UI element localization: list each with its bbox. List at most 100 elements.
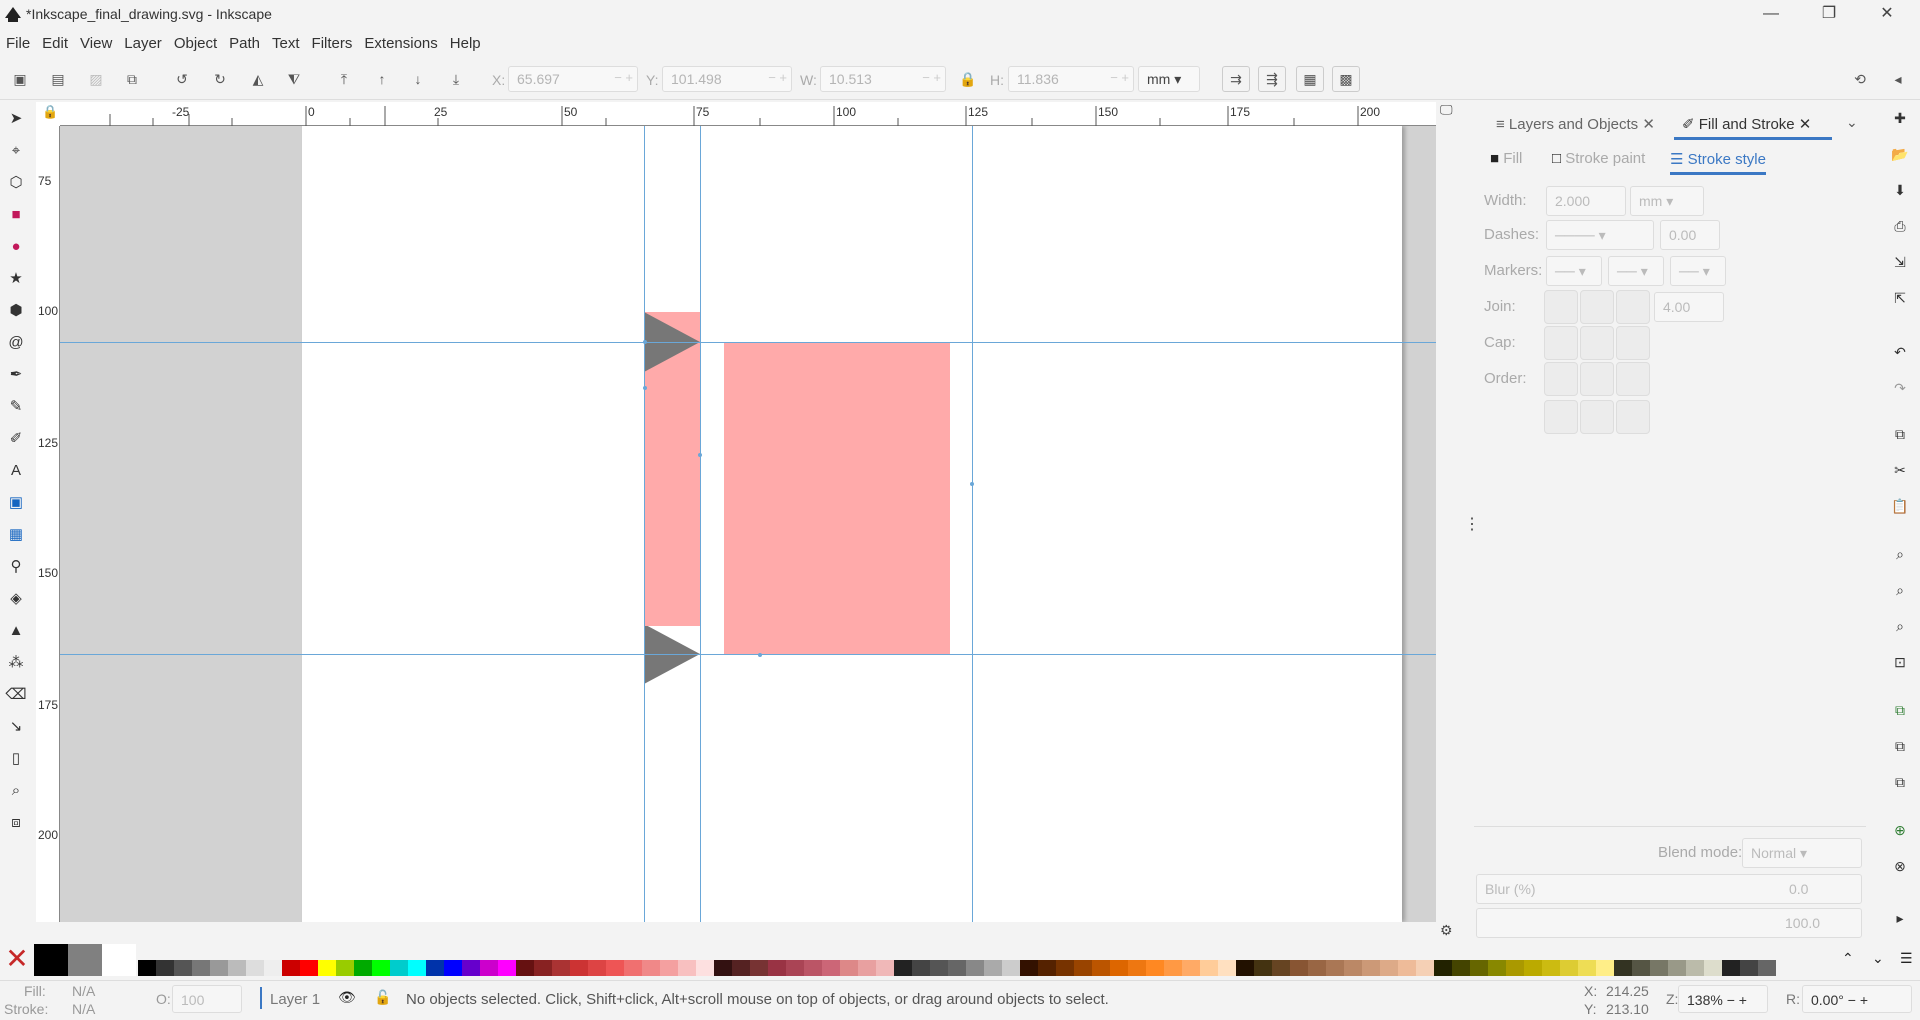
color-swatch[interactable] [822, 960, 840, 976]
canvas[interactable] [60, 126, 1436, 922]
color-swatch[interactable] [192, 960, 210, 976]
color-swatch[interactable] [336, 960, 354, 976]
guide-vertical[interactable] [644, 126, 645, 922]
blur-field[interactable]: Blur (%) 0.0 [1476, 874, 1862, 904]
color-swatch[interactable] [264, 960, 282, 976]
color-swatch[interactable] [1650, 960, 1668, 976]
subtab-stroke-style[interactable]: ☰ Stroke style [1670, 150, 1766, 175]
color-swatch[interactable] [1668, 960, 1686, 976]
color-swatch[interactable] [1128, 960, 1146, 976]
color-swatch[interactable] [948, 960, 966, 976]
color-swatch[interactable] [552, 960, 570, 976]
color-swatch[interactable] [678, 960, 696, 976]
close-window-button[interactable]: ✕ [1864, 0, 1910, 30]
export-icon[interactable]: ⇱ [1888, 286, 1912, 310]
horizontal-ruler[interactable]: -25 0 25 50 75 100 125 150 175 200 [60, 102, 1436, 126]
color-swatch[interactable] [1434, 960, 1452, 976]
color-swatch[interactable] [516, 960, 534, 976]
guide-vertical[interactable] [972, 126, 973, 922]
undo-icon[interactable]: ↶ [1888, 340, 1912, 364]
gradient-tool-icon[interactable]: ▣ [4, 490, 28, 514]
menu-path[interactable]: Path [223, 32, 266, 56]
color-swatch[interactable] [1182, 960, 1200, 976]
current-layer[interactable]: Layer 1 [270, 991, 320, 1008]
color-swatch[interactable] [444, 960, 462, 976]
spiral-tool-icon[interactable]: @ [4, 330, 28, 354]
color-swatch[interactable] [228, 960, 246, 976]
tab-layers-and-objects[interactable]: ≡ Layers and Objects ✕ [1488, 106, 1666, 140]
color-swatch[interactable] [750, 960, 768, 976]
color-swatch[interactable] [1056, 960, 1074, 976]
color-swatch[interactable] [984, 960, 1002, 976]
flip-vertical-icon[interactable]: ⧨ [280, 66, 308, 92]
pencil-tool-icon[interactable]: ✎ [4, 394, 28, 418]
color-swatch[interactable] [588, 960, 606, 976]
redo-icon[interactable]: ↷ [1888, 376, 1912, 400]
rotate-ccw-icon[interactable]: ↺ [168, 66, 196, 92]
color-swatch[interactable] [714, 960, 732, 976]
no-paint-swatch[interactable]: ✕ [2, 944, 32, 976]
connector-tool-icon[interactable]: ↘ [4, 714, 28, 738]
maximize-button[interactable]: ❐ [1806, 0, 1852, 30]
color-swatch[interactable] [1380, 960, 1398, 976]
color-swatch[interactable] [696, 960, 714, 976]
color-swatch[interactable] [354, 960, 372, 976]
marker-start-select[interactable]: ── ▾ [1546, 256, 1602, 286]
color-swatch[interactable] [1164, 960, 1182, 976]
subtab-fill[interactable]: ■ Fill [1490, 150, 1522, 167]
menu-text[interactable]: Text [266, 32, 306, 56]
vertical-ruler[interactable]: 75 100 125 150 175 200 [36, 126, 60, 922]
tab-fill-and-stroke[interactable]: ✐ Fill and Stroke ✕ [1674, 106, 1832, 140]
cap-round-icon[interactable] [1580, 326, 1614, 360]
color-swatch[interactable] [1470, 960, 1488, 976]
opacity-field[interactable]: 100 [172, 985, 242, 1013]
color-swatch[interactable] [1254, 960, 1272, 976]
color-swatch[interactable] [408, 960, 426, 976]
color-swatch[interactable] [300, 960, 318, 976]
color-swatch[interactable] [138, 960, 156, 976]
menu-layer[interactable]: Layer [118, 32, 168, 56]
transform-patterns-icon[interactable]: ▩ [1332, 66, 1360, 92]
pages-tool-icon[interactable]: ▯ [4, 746, 28, 770]
join-miter-icon[interactable] [1544, 290, 1578, 324]
lock-guides-icon[interactable]: 🔒 [42, 104, 58, 120]
display-mode-icon[interactable]: 🖵 [1440, 102, 1460, 124]
save-icon[interactable]: ⬇ [1888, 178, 1912, 202]
color-swatch[interactable] [858, 960, 876, 976]
menu-view[interactable]: View [74, 32, 118, 56]
order-fill-markers-stroke-icon[interactable] [1616, 362, 1650, 396]
copy-icon[interactable]: ⧉ [1888, 422, 1912, 446]
color-swatch[interactable] [1110, 960, 1128, 976]
order-markers-stroke-fill-icon[interactable] [1616, 400, 1650, 434]
tabs-menu-icon[interactable]: ⌄ [1846, 114, 1858, 131]
color-swatch[interactable] [1272, 960, 1290, 976]
palette-menu-icon[interactable]: ☰ [1900, 950, 1913, 967]
color-swatch[interactable] [480, 960, 498, 976]
import-icon[interactable]: ⇲ [1888, 250, 1912, 274]
minimize-button[interactable]: — [1748, 0, 1794, 30]
color-swatch[interactable] [498, 960, 516, 976]
color-swatch[interactable] [1362, 960, 1380, 976]
clone-icon[interactable]: ⧉ [1888, 734, 1912, 758]
color-swatch[interactable] [1758, 960, 1776, 976]
zoom-tool-icon[interactable]: ⌕ [4, 778, 28, 802]
dash-offset-field[interactable]: 0.00 [1660, 220, 1720, 250]
color-swatch[interactable] [840, 960, 858, 976]
color-swatch[interactable] [1632, 960, 1650, 976]
color-swatch[interactable] [1704, 960, 1722, 976]
color-manage-icon[interactable]: ⚙ [1440, 922, 1453, 939]
color-swatch[interactable] [1578, 960, 1596, 976]
ungroup-icon[interactable]: ⊗ [1888, 854, 1912, 878]
ellipse-tool-icon[interactable]: ● [4, 234, 28, 258]
color-swatch[interactable] [1146, 960, 1164, 976]
miter-limit-field[interactable]: 4.00 [1654, 292, 1724, 322]
color-swatch[interactable] [894, 960, 912, 976]
unit-select[interactable]: mm ▾ [1138, 66, 1200, 92]
color-swatch[interactable] [1218, 960, 1236, 976]
color-swatch[interactable] [1686, 960, 1704, 976]
raise-icon[interactable]: ↑ [368, 66, 396, 92]
color-swatch[interactable] [462, 960, 480, 976]
color-swatch[interactable] [624, 960, 642, 976]
white-swatch[interactable] [102, 944, 136, 976]
group-icon[interactable]: ⊕ [1888, 818, 1912, 842]
